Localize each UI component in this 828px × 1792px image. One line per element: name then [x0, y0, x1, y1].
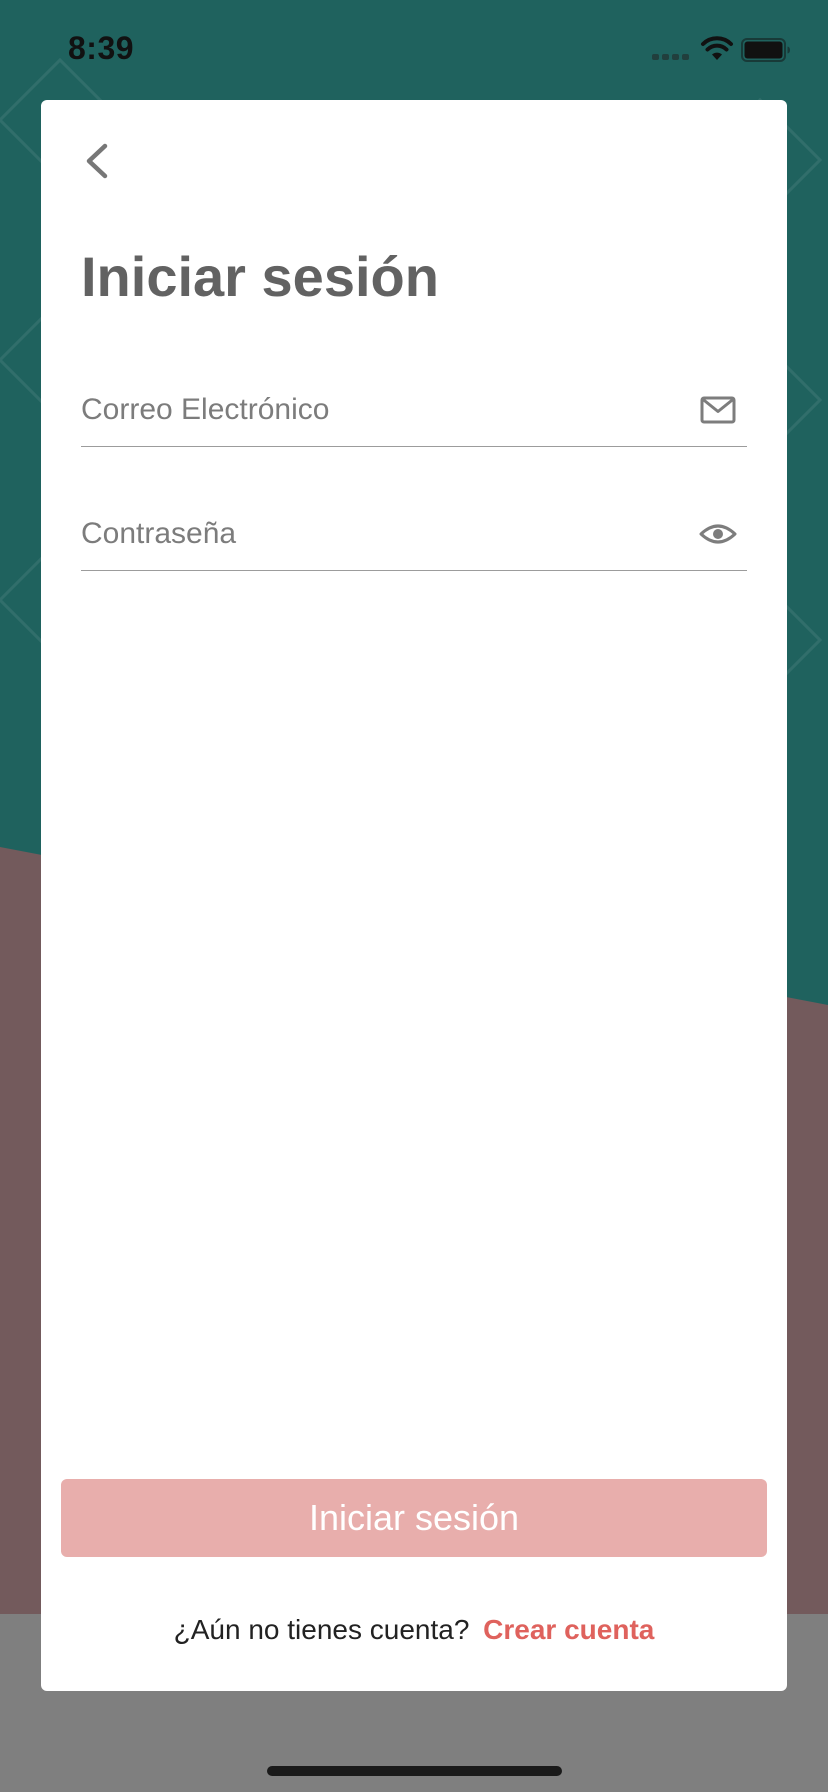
- create-account-link[interactable]: Crear cuenta: [483, 1614, 654, 1645]
- wifi-icon: [701, 36, 733, 60]
- signup-prompt: ¿Aún no tienes cuenta? Crear cuenta: [41, 1614, 787, 1646]
- home-indicator[interactable]: [267, 1766, 562, 1776]
- status-time: 8:39: [68, 30, 135, 66]
- page-title: Iniciar sesión: [81, 245, 439, 308]
- email-input[interactable]: [81, 388, 671, 432]
- email-field: [81, 376, 747, 447]
- status-bar: 8:39: [0, 0, 828, 100]
- login-card: Iniciar sesión Iniciar sesión ¿Aún no ti…: [41, 100, 787, 1691]
- battery-icon: [741, 38, 790, 62]
- back-button[interactable]: [75, 136, 119, 186]
- chevron-left-icon: [86, 143, 108, 179]
- password-field: [81, 500, 747, 571]
- eye-icon[interactable]: [699, 516, 737, 552]
- cellular-signal-icon: [652, 54, 689, 60]
- password-input[interactable]: [81, 512, 671, 556]
- login-button[interactable]: Iniciar sesión: [61, 1479, 767, 1557]
- envelope-icon: [700, 396, 736, 424]
- signup-prompt-text: ¿Aún no tienes cuenta?: [173, 1614, 470, 1645]
